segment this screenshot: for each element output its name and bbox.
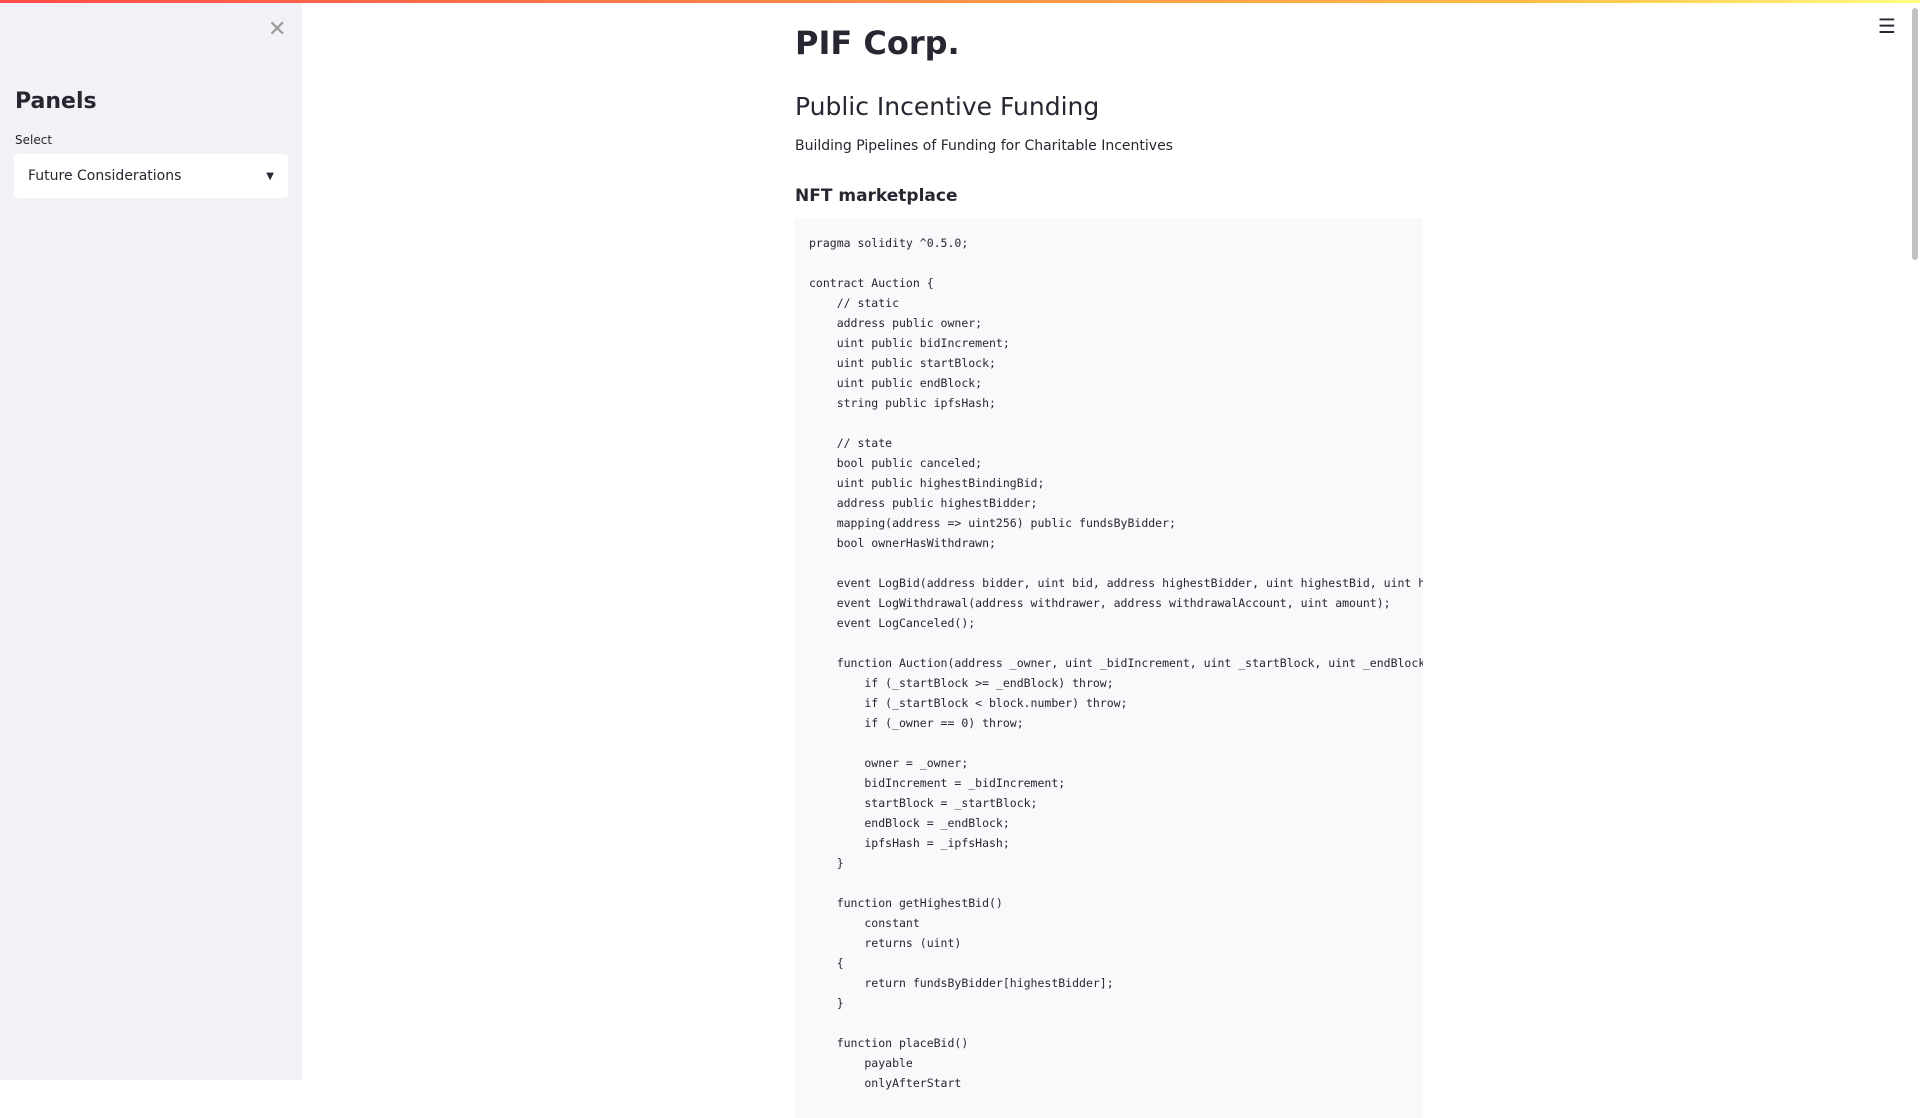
section-heading: NFT marketplace [795, 186, 958, 206]
code-line: startBlock = _startBlock; [809, 796, 1038, 810]
sidebar: ✕ Panels Select Future Considerations ▼ [0, 3, 302, 1080]
code-line: uint public bidIncrement; [809, 336, 1010, 350]
code-line: onlyAfterStart [809, 1076, 962, 1090]
code-text: pragma solidity ^0.5.0; contract Auction… [809, 233, 1423, 1093]
code-line: ipfsHash = _ipfsHash; [809, 836, 1010, 850]
code-line: owner = _owner; [809, 756, 969, 770]
page-subtitle: Public Incentive Funding [795, 92, 1100, 121]
code-line: event LogCanceled(); [809, 616, 976, 630]
code-line: uint public highestBindingBid; [809, 476, 1045, 490]
code-line: function getHighestBid() [809, 896, 1003, 910]
scrollbar-thumb[interactable] [1912, 8, 1918, 260]
code-line: bool public canceled; [809, 456, 983, 470]
code-line: bidIncrement = _bidIncrement; [809, 776, 1066, 790]
hamburger-icon[interactable]: ☰ [1878, 14, 1896, 38]
page-title: PIF Corp. [795, 24, 960, 62]
code-line: // state [809, 436, 893, 450]
code-line: event LogWithdrawal(address withdrawer, … [809, 596, 1391, 610]
code-line: function placeBid() [809, 1036, 969, 1050]
close-icon[interactable]: ✕ [268, 17, 286, 42]
select-label: Select [15, 133, 53, 147]
panel-select[interactable]: Future Considerations ▼ [14, 154, 288, 198]
code-line: endBlock = _endBlock; [809, 816, 1010, 830]
sidebar-title: Panels [15, 89, 97, 114]
scrollbar[interactable] [1908, 0, 1920, 1080]
code-line: if (_owner == 0) throw; [809, 716, 1024, 730]
code-line: returns (uint) [809, 936, 962, 950]
code-line: address public owner; [809, 316, 983, 330]
code-line: return fundsByBidder[highestBidder]; [809, 976, 1114, 990]
code-line: { [809, 956, 844, 970]
code-line: pragma solidity ^0.5.0; [809, 236, 969, 250]
code-line: bool ownerHasWithdrawn; [809, 536, 996, 550]
code-line: address public highestBidder; [809, 496, 1038, 510]
code-line: payable [809, 1056, 913, 1070]
code-line: contract Auction { [809, 276, 934, 290]
code-line: } [809, 856, 844, 870]
code-line: } [809, 996, 844, 1010]
code-line: if (_startBlock < block.number) throw; [809, 696, 1128, 710]
code-line: string public ipfsHash; [809, 396, 996, 410]
code-line: mapping(address => uint256) public funds… [809, 516, 1176, 530]
tagline: Building Pipelines of Funding for Charit… [795, 138, 1173, 154]
code-line: uint public startBlock; [809, 356, 996, 370]
code-line: if (_startBlock >= _endBlock) throw; [809, 676, 1114, 690]
code-line: function Auction(address _owner, uint _b… [836, 656, 1423, 670]
code-line: event LogBid(address bidder, uint bid, a… [836, 576, 1423, 590]
select-value: Future Considerations [28, 168, 182, 184]
code-line: uint public endBlock; [809, 376, 983, 390]
code-block: pragma solidity ^0.5.0; contract Auction… [795, 218, 1423, 1118]
code-line: // static [809, 296, 900, 310]
chevron-down-icon: ▼ [266, 170, 274, 182]
code-line: constant [809, 916, 920, 930]
